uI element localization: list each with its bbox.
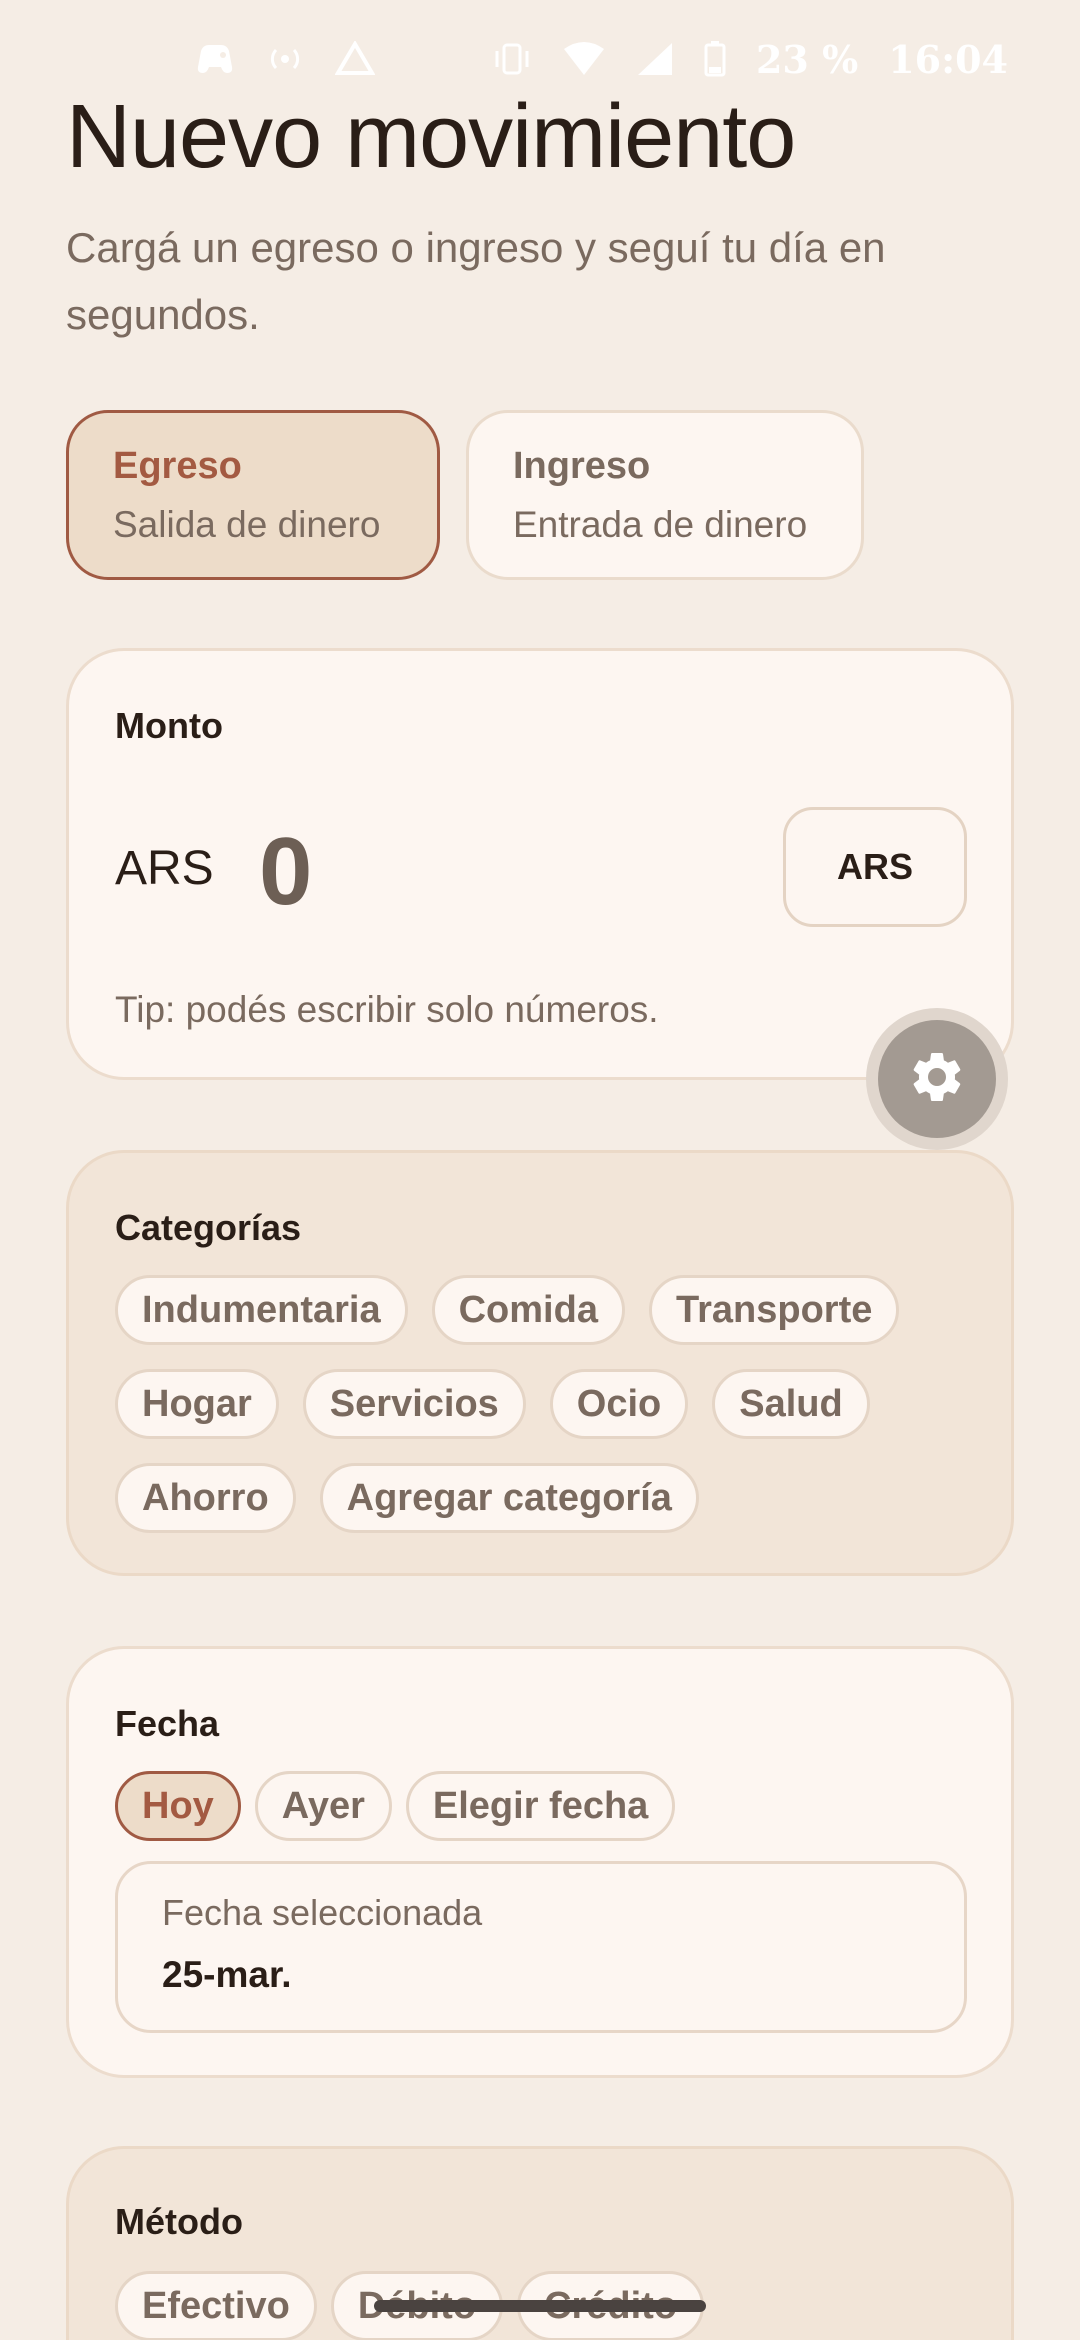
- selected-date-field[interactable]: Fecha seleccionada 25-mar.: [115, 1861, 967, 2033]
- vibrate-icon: [492, 41, 532, 77]
- egreso-subtitle: Salida de dinero: [113, 503, 381, 545]
- category-chip-transporte[interactable]: Transporte: [648, 1275, 900, 1345]
- gear-icon: [907, 1047, 967, 1112]
- add-category-chip[interactable]: Agregar categoría: [319, 1463, 699, 1533]
- method-chip-efectivo[interactable]: Efectivo: [115, 2271, 317, 2340]
- egreso-toggle-button[interactable]: Egreso Salida de dinero: [66, 410, 440, 580]
- page-title: Nuevo movimiento: [66, 87, 796, 187]
- selected-date-value: 25-mar.: [162, 1954, 292, 1995]
- amount-input[interactable]: 0: [259, 817, 312, 927]
- gesture-navigation-handle[interactable]: [374, 2300, 706, 2312]
- categories-row-2: Hogar Servicios Ocio Salud: [115, 1369, 870, 1439]
- currency-selector-button[interactable]: ARS: [783, 807, 967, 927]
- app-screen: 23 % 16:04 Nuevo movimiento Cargá un egr…: [0, 0, 1080, 2340]
- page-subtitle: Cargá un egreso o ingreso y seguí tu día…: [66, 224, 886, 338]
- ingreso-title: Ingreso: [513, 444, 651, 487]
- status-left: [195, 41, 375, 77]
- amount-card: Monto ARS 0 ARS Tip: podés escribir solo…: [66, 648, 1014, 1080]
- settings-button[interactable]: [866, 1008, 1008, 1150]
- date-label: Fecha: [115, 1703, 220, 1744]
- category-chip-ocio[interactable]: Ocio: [549, 1369, 689, 1439]
- amount-label: Monto: [115, 705, 223, 746]
- status-right: 23 % 16:04: [492, 37, 1008, 82]
- category-chip-comida[interactable]: Comida: [431, 1275, 625, 1345]
- ingreso-toggle-button[interactable]: Ingreso Entrada de dinero: [466, 410, 864, 580]
- amount-tip: Tip: podés escribir solo números.: [115, 989, 659, 1030]
- currency-prefix: ARS: [115, 842, 214, 895]
- ingreso-subtitle: Entrada de dinero: [513, 503, 808, 545]
- categories-card: Categorías Indumentaria Comida Transport…: [66, 1150, 1014, 1576]
- hotspot-icon: [265, 41, 305, 77]
- category-chip-indumentaria[interactable]: Indumentaria: [115, 1275, 408, 1345]
- date-chip-elegir-fecha[interactable]: Elegir fecha: [405, 1771, 676, 1841]
- date-card: Fecha Hoy Ayer Elegir fecha Fecha selecc…: [66, 1646, 1014, 2078]
- wifi-icon: [562, 41, 606, 77]
- clock: 16:04: [888, 36, 1008, 82]
- category-chip-hogar[interactable]: Hogar: [115, 1369, 279, 1439]
- categories-row-1: Indumentaria Comida Transporte: [115, 1275, 900, 1345]
- method-label: Método: [115, 2201, 243, 2242]
- egreso-title: Egreso: [113, 444, 242, 487]
- battery-percentage: 23 %: [755, 36, 859, 82]
- battery-icon: [704, 41, 726, 77]
- selected-date-label: Fecha seleccionada: [162, 1892, 483, 1933]
- date-chip-hoy[interactable]: Hoy: [115, 1771, 241, 1841]
- drive-icon: [335, 41, 375, 77]
- game-controller-icon: [195, 41, 235, 77]
- category-chip-ahorro[interactable]: Ahorro: [115, 1463, 296, 1533]
- categories-label: Categorías: [115, 1207, 302, 1248]
- date-options-row: Hoy Ayer Elegir fecha: [115, 1771, 676, 1841]
- categories-row-3: Ahorro Agregar categoría: [115, 1463, 699, 1533]
- category-chip-servicios[interactable]: Servicios: [302, 1369, 526, 1439]
- date-chip-ayer[interactable]: Ayer: [254, 1771, 392, 1841]
- settings-button-inner: [878, 1020, 996, 1138]
- category-chip-salud[interactable]: Salud: [712, 1369, 870, 1439]
- signal-icon: [636, 41, 674, 77]
